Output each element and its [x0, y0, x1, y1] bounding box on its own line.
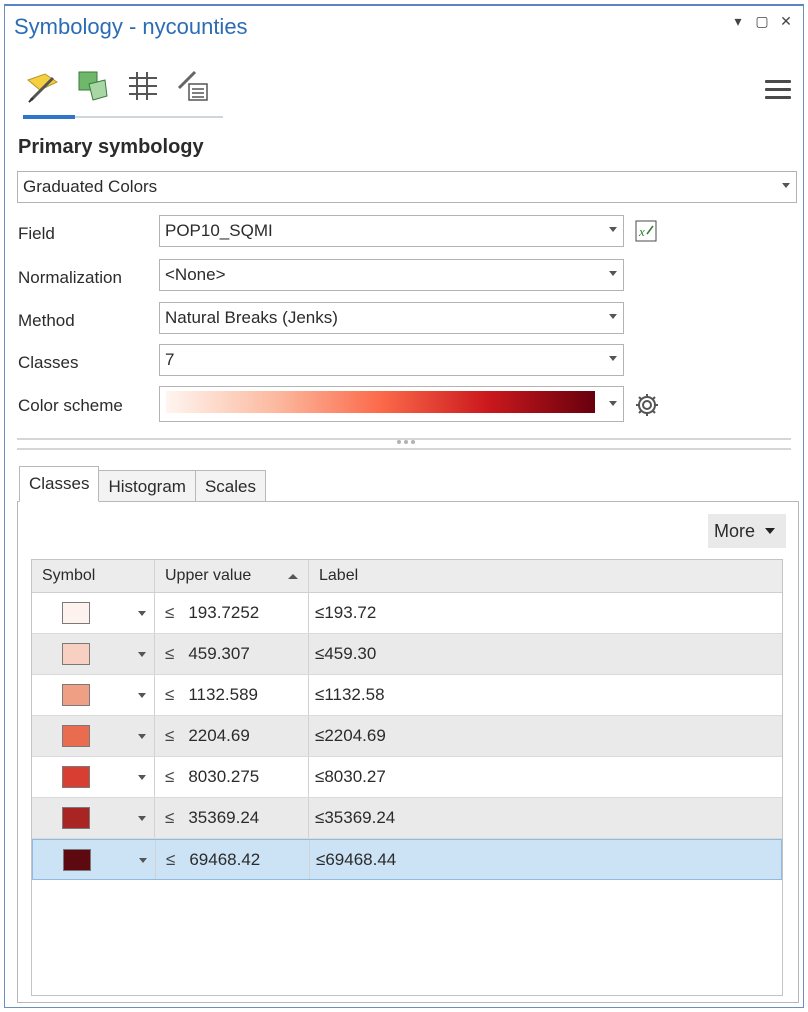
expression-icon[interactable]: x: [635, 220, 657, 242]
symbol-swatch[interactable]: [62, 684, 90, 706]
color-scheme-dropdown[interactable]: [159, 386, 624, 422]
symbol-swatch[interactable]: [62, 766, 90, 788]
method-value: Natural Breaks (Jenks): [165, 308, 338, 327]
normalization-dropdown[interactable]: <None>: [159, 259, 624, 291]
close-icon[interactable]: ✕: [777, 12, 795, 30]
more-button-label: More: [714, 520, 756, 541]
class-row[interactable]: ≤1132.589 ≤1132.58: [32, 675, 782, 716]
normalization-label: Normalization: [18, 268, 122, 287]
normalization-value: <None>: [165, 265, 226, 284]
chevron-down-icon: [609, 227, 617, 232]
class-row[interactable]: ≤35369.24 ≤35369.24: [32, 798, 782, 839]
column-header-label[interactable]: Label: [309, 560, 782, 592]
color-scheme-label: Color scheme: [18, 396, 123, 415]
class-row[interactable]: ≤2204.69 ≤2204.69: [32, 716, 782, 757]
chevron-down-icon[interactable]: [138, 816, 146, 821]
method-dropdown[interactable]: Natural Breaks (Jenks): [159, 302, 624, 334]
pane-title: Symbology - nycounties: [14, 14, 248, 39]
class-row-selected[interactable]: ≤69468.42 ≤69468.44: [32, 839, 782, 880]
chevron-down-icon[interactable]: [139, 858, 147, 863]
class-label[interactable]: ≤69468.44: [316, 850, 396, 870]
upper-value[interactable]: 1132.589: [188, 685, 258, 705]
upper-value[interactable]: 8030.275: [188, 767, 259, 787]
chevron-down-icon[interactable]: [138, 734, 146, 739]
sort-ascending-icon: [288, 574, 298, 579]
grid-header: Symbol Upper value Label: [32, 560, 782, 593]
classes-panel: More Symbol Upper value Label ≤193.7252 …: [17, 501, 799, 1003]
symbol-swatch[interactable]: [62, 725, 90, 747]
column-header-symbol[interactable]: Symbol: [32, 560, 155, 592]
color-ramp-preview: [166, 391, 595, 413]
le-symbol: ≤: [165, 644, 175, 663]
tab-scales[interactable]: Scales: [194, 470, 266, 502]
svg-text:x: x: [638, 224, 645, 239]
tab-histogram[interactable]: Histogram: [98, 470, 196, 502]
symbol-swatch[interactable]: [62, 807, 90, 829]
upper-value[interactable]: 69468.42: [189, 850, 260, 870]
classes-dropdown[interactable]: 7: [159, 344, 624, 376]
class-row[interactable]: ≤459.307 ≤459.30: [32, 634, 782, 675]
upper-value[interactable]: 35369.24: [188, 808, 259, 828]
chevron-down-icon[interactable]: [138, 775, 146, 780]
symbol-layers-icon[interactable]: [125, 68, 161, 104]
le-symbol: ≤: [165, 685, 175, 704]
pin-dropdown-icon[interactable]: ▾: [729, 12, 747, 30]
upper-value[interactable]: 2204.69: [188, 726, 249, 746]
splitter-line: [17, 448, 791, 450]
vary-symbology-icon[interactable]: [75, 68, 111, 104]
symbology-pane: Symbology - nycounties ▾ ▢ ✕ Primary sym…: [4, 4, 804, 1008]
symbol-swatch[interactable]: [63, 848, 91, 871]
le-symbol: ≤: [165, 767, 175, 786]
field-value: POP10_SQMI: [165, 221, 273, 240]
primary-symbology-heading: Primary symbology: [18, 136, 204, 158]
caret-down-icon: [765, 528, 776, 534]
menu-icon[interactable]: [765, 80, 791, 102]
class-label[interactable]: ≤1132.58: [315, 685, 385, 705]
column-header-upper-value[interactable]: Upper value: [155, 560, 309, 592]
class-row[interactable]: ≤8030.275 ≤8030.27: [32, 757, 782, 798]
symbol-properties-icon[interactable]: [175, 68, 211, 104]
class-label[interactable]: ≤8030.27: [315, 767, 386, 787]
le-symbol: ≤: [165, 808, 175, 827]
column-header-upper-value-label: Upper value: [165, 567, 252, 584]
window-controls: ▾ ▢ ✕: [729, 12, 795, 30]
le-symbol: ≤: [165, 603, 175, 622]
symbology-tabs: Classes Histogram Scales: [19, 466, 266, 502]
class-label[interactable]: ≤193.72: [315, 603, 376, 623]
chevron-down-icon: [782, 183, 790, 188]
gear-icon[interactable]: [634, 392, 660, 418]
field-dropdown[interactable]: POP10_SQMI: [159, 215, 624, 247]
more-button[interactable]: More: [708, 514, 786, 548]
upper-value[interactable]: 193.7252: [188, 603, 259, 623]
chevron-down-icon: [609, 314, 617, 319]
symbol-swatch[interactable]: [62, 643, 90, 665]
classes-label: Classes: [18, 353, 79, 372]
method-label: Method: [18, 311, 75, 330]
class-label[interactable]: ≤2204.69: [315, 726, 386, 746]
class-label[interactable]: ≤35369.24: [315, 808, 395, 828]
upper-value[interactable]: 459.307: [188, 644, 249, 664]
primary-symbology-icon[interactable]: [25, 68, 61, 104]
active-tool-indicator: [23, 115, 75, 119]
chevron-down-icon[interactable]: [138, 652, 146, 657]
chevron-down-icon[interactable]: [138, 611, 146, 616]
class-label[interactable]: ≤459.30: [315, 644, 376, 664]
renderer-dropdown[interactable]: Graduated Colors: [17, 171, 797, 203]
chevron-down-icon[interactable]: [138, 693, 146, 698]
classes-grid: Symbol Upper value Label ≤193.7252 ≤193.…: [31, 559, 783, 996]
symbology-toolbar: [25, 68, 211, 104]
restore-icon[interactable]: ▢: [753, 12, 771, 30]
tab-classes[interactable]: Classes: [19, 466, 100, 502]
field-label: Field: [18, 224, 55, 243]
symbol-swatch[interactable]: [62, 602, 90, 624]
chevron-down-icon: [609, 401, 617, 406]
renderer-value: Graduated Colors: [23, 177, 158, 196]
classes-value: 7: [165, 350, 175, 369]
chevron-down-icon: [609, 356, 617, 361]
chevron-down-icon: [609, 271, 617, 276]
le-symbol: ≤: [165, 726, 175, 745]
le-symbol: ≤: [166, 849, 176, 869]
class-row[interactable]: ≤193.7252 ≤193.72: [32, 593, 782, 634]
splitter-grip[interactable]: [397, 440, 415, 444]
